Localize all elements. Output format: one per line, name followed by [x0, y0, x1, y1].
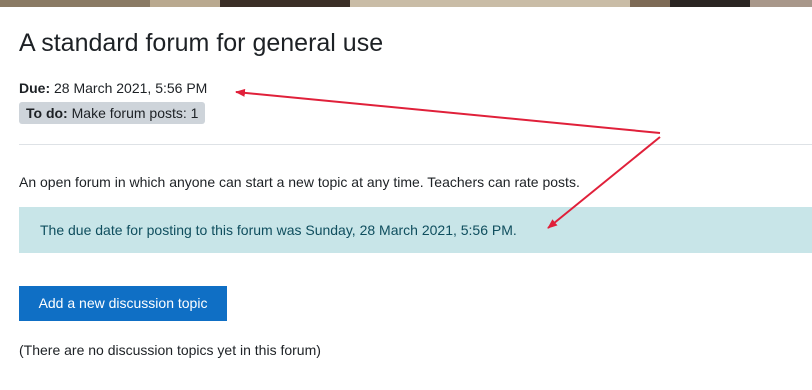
- forum-intro: An open forum in which anyone can start …: [19, 174, 580, 190]
- due-label: Due:: [19, 80, 51, 96]
- due-date-notice: The due date for posting to this forum w…: [19, 207, 812, 253]
- todo-badge: To do: Make forum posts: 1: [19, 102, 206, 124]
- divider: [19, 144, 812, 145]
- add-discussion-button[interactable]: Add a new discussion topic: [19, 286, 227, 321]
- due-date: Due: 28 March 2021, 5:56 PM: [19, 78, 207, 98]
- page-title: A standard forum for general use: [19, 29, 384, 57]
- todo-label: To do:: [26, 105, 68, 121]
- due-date-notice-text: The due date for posting to this forum w…: [40, 222, 517, 238]
- annotation-arrow-to-due-date: [235, 88, 661, 134]
- banner-image-strip: [0, 0, 812, 7]
- due-value: 28 March 2021, 5:56 PM: [54, 80, 208, 96]
- todo-value: Make forum posts: 1: [71, 105, 199, 121]
- empty-discussions-message: (There are no discussion topics yet in t…: [19, 342, 321, 358]
